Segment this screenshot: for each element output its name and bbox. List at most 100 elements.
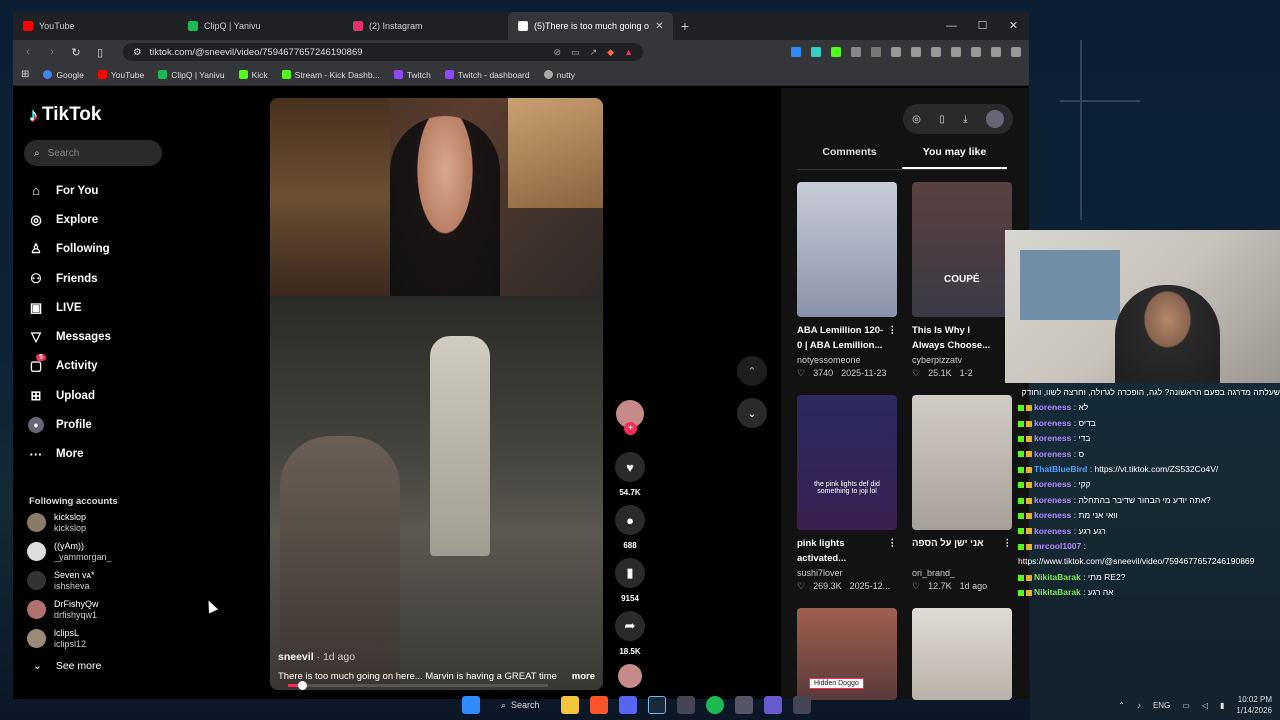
menu-icon[interactable] xyxy=(1011,47,1021,57)
following-account[interactable]: Seven ᴠᴀ* ishsheva xyxy=(27,566,112,595)
bookmark-google[interactable]: Google xyxy=(43,70,84,80)
new-tab-button[interactable]: + xyxy=(673,18,697,34)
apps-icon[interactable]: ⊞ xyxy=(21,69,29,80)
card-author[interactable]: ori_brand_ xyxy=(912,568,1012,578)
volume-icon[interactable]: ◁ xyxy=(1202,701,1208,710)
reload-icon[interactable]: ↻ xyxy=(69,46,83,59)
card-author[interactable]: cyberpizzatv xyxy=(912,355,1012,365)
comment-button[interactable]: ● 688 xyxy=(615,505,645,550)
video-thumbnail[interactable] xyxy=(912,608,1012,700)
see-more-button[interactable]: ⌄ See more xyxy=(33,660,101,672)
like-button[interactable]: ♥ 54.7K xyxy=(615,452,645,497)
chat-user[interactable]: ThatBlueBird xyxy=(1034,464,1087,474)
tab-instagram[interactable]: (2) Instagram xyxy=(343,12,508,40)
sidebar-item-live[interactable]: ▣ LIVE xyxy=(28,293,111,322)
tab-youtube[interactable]: YouTube xyxy=(13,12,178,40)
more-options-icon[interactable]: ⋮ xyxy=(888,323,898,353)
ai-icon[interactable] xyxy=(971,47,981,57)
tab-tiktok[interactable]: (5)There is too much going o ✕ xyxy=(508,12,673,40)
sidebar-item-explore[interactable]: ◎ Explore xyxy=(28,205,111,234)
video-thumbnail[interactable]: Hidden Doggo xyxy=(797,608,897,700)
rewards-icon[interactable]: ▲ xyxy=(624,47,633,58)
card-author[interactable]: notyessomeone xyxy=(797,355,897,365)
video-progress-bar[interactable] xyxy=(288,681,548,690)
chat-user[interactable]: koreness xyxy=(1034,510,1071,520)
chat-user[interactable]: koreness xyxy=(1034,418,1071,428)
chat-user[interactable]: koreness xyxy=(1034,526,1071,536)
back-icon[interactable]: ‹ xyxy=(21,46,35,58)
creator-avatar[interactable]: + xyxy=(616,400,644,435)
battery-icon[interactable]: ▮ xyxy=(1220,701,1224,710)
spotify-icon[interactable] xyxy=(705,696,724,714)
wallet-icon[interactable] xyxy=(951,47,961,57)
video-player[interactable]: sneevil · 1d ago There is too much going… xyxy=(270,98,603,690)
bookmark-youtube[interactable]: YouTube xyxy=(97,70,144,80)
chat-user[interactable]: mrcool1007 xyxy=(1034,541,1081,551)
sidebar-icon[interactable] xyxy=(931,47,941,57)
tab-you-may-like[interactable]: You may like xyxy=(902,146,1007,169)
site-info-icon[interactable]: ⚙ xyxy=(133,47,142,58)
forward-icon[interactable]: › xyxy=(45,46,59,58)
chat-user[interactable]: NikitaBarak xyxy=(1034,587,1081,597)
extension-icon[interactable] xyxy=(811,47,821,57)
bookmark-kick[interactable]: Kick xyxy=(238,70,268,80)
video-thumbnail[interactable] xyxy=(912,395,1012,530)
shield-icon[interactable]: ◆ xyxy=(607,47,614,58)
app-icon[interactable] xyxy=(676,696,695,714)
taskbar-search[interactable]: ⌕ Search xyxy=(491,700,550,711)
video-thumbnail[interactable] xyxy=(797,182,897,317)
bookmark-icon[interactable]: ▯ xyxy=(93,46,107,59)
language-indicator[interactable]: ENG xyxy=(1153,701,1170,710)
tiktok-logo[interactable]: ♪ TikTok xyxy=(29,104,101,126)
music-icon[interactable] xyxy=(911,47,921,57)
bookmark-nutty[interactable]: nutty xyxy=(543,70,575,80)
tab-comments[interactable]: Comments xyxy=(797,146,902,169)
microphone-icon[interactable]: ♪ xyxy=(1137,701,1141,710)
discord-icon[interactable] xyxy=(618,696,637,714)
video-thumbnail[interactable]: COUPÉ xyxy=(912,182,1012,317)
close-icon[interactable]: ✕ xyxy=(655,21,663,32)
minimize-button[interactable]: — xyxy=(936,12,967,40)
sidebar-item-profile[interactable]: ● Profile xyxy=(28,410,111,439)
steam-icon[interactable] xyxy=(647,696,666,714)
video-thumbnail[interactable]: the pink lights def did something to joj… xyxy=(797,395,897,530)
compass-icon[interactable]: ◎ xyxy=(912,114,921,125)
more-button[interactable]: more xyxy=(572,671,595,682)
download-icon[interactable]: ⤓ xyxy=(963,114,967,125)
recommended-card[interactable]: ABA Lemillion 120-0 | ABA Lemillion... ⋮ … xyxy=(797,182,897,395)
recommended-card[interactable]: the pink lights def did something to joj… xyxy=(797,395,897,608)
tab-clipq[interactable]: ClipQ | Yanivu xyxy=(178,12,343,40)
clock[interactable]: 10:02 PM 1/14/2026 xyxy=(1236,694,1272,716)
app-icon[interactable] xyxy=(763,696,782,714)
app-icon[interactable] xyxy=(734,696,753,714)
vpn-icon[interactable] xyxy=(991,47,1001,57)
sidebar-item-more[interactable]: ··· More xyxy=(28,440,111,469)
extension-icon[interactable] xyxy=(871,47,881,57)
sound-avatar[interactable] xyxy=(618,664,642,688)
close-window-button[interactable]: ✕ xyxy=(998,12,1029,40)
download-icon[interactable] xyxy=(891,47,901,57)
chat-text[interactable]: https://www.tiktok.com/@sneevil/video/75… xyxy=(1018,556,1254,566)
share-button[interactable]: ➦ 18.5K xyxy=(615,611,645,656)
more-options-icon[interactable]: ⋮ xyxy=(1003,536,1013,566)
search-input[interactable]: ⌕ Search xyxy=(24,140,162,166)
bookmark-clipq[interactable]: ClipQ | Yanivu xyxy=(158,70,225,80)
maximize-button[interactable]: ☐ xyxy=(967,12,998,40)
bookmark-kick-dashboard[interactable]: Stream - Kick Dashb... xyxy=(281,70,380,80)
following-account[interactable]: kickslop kickslop xyxy=(27,508,112,537)
video-author[interactable]: sneevil xyxy=(278,651,314,663)
cast-icon[interactable]: ▭ xyxy=(571,47,580,58)
sidebar-item-following[interactable]: ♙ Following xyxy=(28,235,111,264)
phone-icon[interactable]: ▯ xyxy=(939,114,945,125)
avatar[interactable] xyxy=(985,110,1004,128)
recommended-card[interactable]: אני ישן על הספה ⋮ ori_brand_ ♡ 12.7K 1d ago xyxy=(912,395,1012,608)
next-video-button[interactable]: ⌄ xyxy=(737,398,767,428)
sidebar-item-activity[interactable]: ▢ 5 Activity xyxy=(28,352,111,381)
following-account[interactable]: lclipsL iclipsl12 xyxy=(27,624,112,653)
monitor-icon[interactable]: ▭ xyxy=(1182,701,1190,710)
url-field[interactable]: ⚙ tiktok.com/@sneevil/video/759467765724… xyxy=(123,43,643,61)
bookmark-twitch-dashboard[interactable]: Twitch - dashboard xyxy=(444,70,530,80)
file-explorer-icon[interactable] xyxy=(560,696,579,714)
chat-user[interactable]: koreness xyxy=(1034,449,1071,459)
chat-user[interactable]: koreness xyxy=(1034,495,1071,505)
